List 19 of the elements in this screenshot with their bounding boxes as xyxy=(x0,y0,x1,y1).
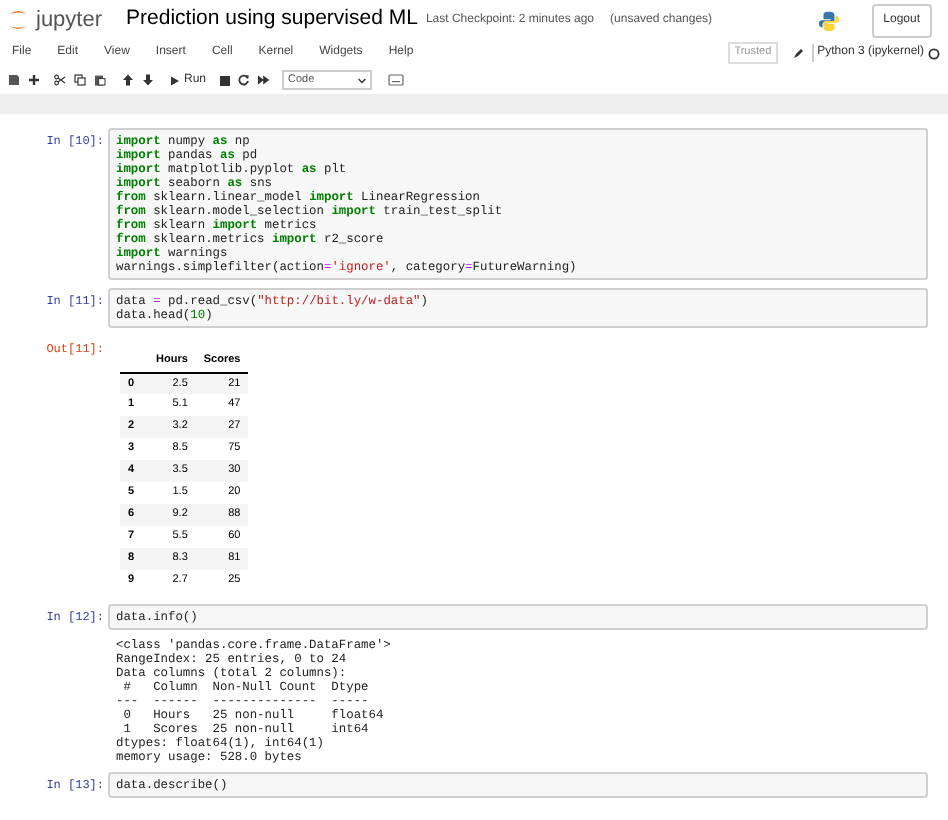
notebook-title[interactable]: Prediction using supervised ML xyxy=(126,4,418,36)
copy-icon[interactable] xyxy=(74,74,86,86)
logo-text: jupyter xyxy=(36,5,103,36)
pencil-icon[interactable] xyxy=(793,48,804,58)
arrow-up-icon[interactable] xyxy=(122,74,134,86)
play-icon xyxy=(170,75,180,85)
plus-icon[interactable] xyxy=(28,74,40,86)
paste-icon[interactable] xyxy=(94,74,106,86)
restart-icon[interactable] xyxy=(238,74,251,86)
stop-icon[interactable] xyxy=(220,75,231,85)
python-logo-icon xyxy=(817,9,840,31)
cut-icon[interactable] xyxy=(54,74,66,86)
kernel-status-icon xyxy=(928,47,940,59)
chevron-down-icon xyxy=(358,77,367,83)
jupyter-logo-icon xyxy=(8,8,28,32)
arrow-down-icon[interactable] xyxy=(142,74,154,86)
save-icon[interactable] xyxy=(8,74,20,86)
fast-forward-icon[interactable] xyxy=(258,74,271,86)
keyboard-icon[interactable] xyxy=(388,74,405,86)
